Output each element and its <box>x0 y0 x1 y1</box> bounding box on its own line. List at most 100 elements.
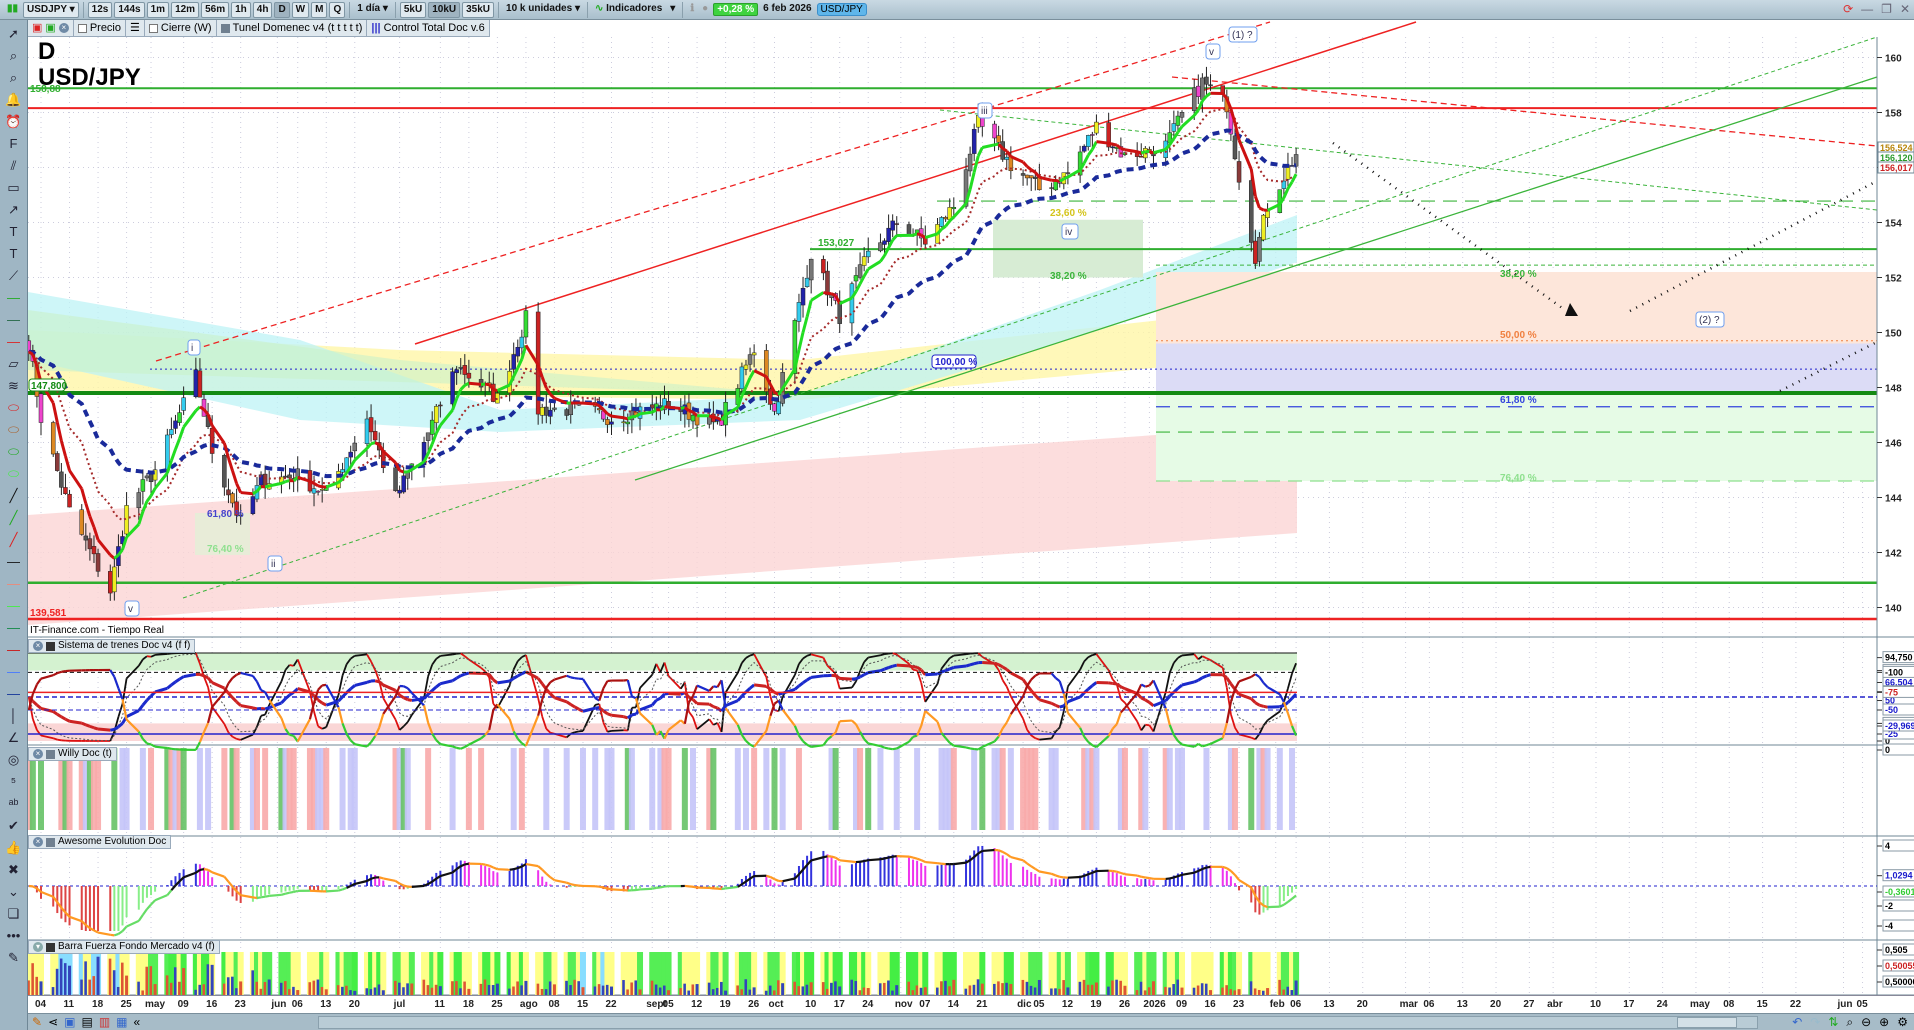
close-checkbox[interactable] <box>148 23 158 33</box>
window-icon[interactable]: ▦ <box>116 1015 127 1029</box>
legend-price[interactable]: Precio <box>74 20 126 36</box>
ruler-icon[interactable]: ▱ <box>3 354 25 374</box>
zoom-icon[interactable]: ⌕ <box>3 46 25 66</box>
hline-black-icon[interactable]: — <box>3 552 25 572</box>
hline-blue-icon[interactable]: — <box>3 662 25 682</box>
edit-icon[interactable]: ✎ <box>3 948 25 968</box>
train-slow-segment <box>855 675 861 681</box>
chat-icon[interactable]: ▣ <box>64 1015 75 1029</box>
share-icon[interactable]: ⋖ <box>48 1015 58 1029</box>
line-icon[interactable]: ⟋ <box>3 266 25 286</box>
band-icon[interactable]: ≋ <box>3 376 25 396</box>
fibonacci-icon[interactable]: F <box>3 134 25 154</box>
undo-icon[interactable]: ↶ <box>1792 1015 1802 1030</box>
angle-icon[interactable]: ∠ <box>3 728 25 748</box>
force-bar <box>55 968 59 995</box>
candle-body <box>951 207 957 210</box>
hline-red-icon[interactable]: — <box>3 332 25 352</box>
vline-icon[interactable]: │ <box>3 706 25 726</box>
elliott-icon[interactable]: ⁵ <box>3 772 25 792</box>
layers-icon[interactable]: ❏ <box>3 904 25 924</box>
candle-body <box>1004 156 1010 160</box>
pencil-icon[interactable]: ✎ <box>32 1015 42 1029</box>
hline-green-icon[interactable]: — <box>3 288 25 308</box>
remove-icon[interactable]: ▣ <box>32 20 42 36</box>
fast-ma-segment <box>1063 175 1069 181</box>
scroll-thumb[interactable] <box>1677 1017 1737 1028</box>
autoscale-icon[interactable]: ⇅ <box>1828 1015 1838 1030</box>
channel-icon[interactable]: ⫽ <box>3 156 25 176</box>
candle-body <box>515 347 521 357</box>
abc-icon[interactable]: ᵃᵇ <box>3 794 25 814</box>
horizontal-scrollbar[interactable] <box>318 1016 1758 1029</box>
close-circle-icon[interactable]: × <box>58 23 69 33</box>
close-panel-icon[interactable]: × <box>33 837 43 847</box>
ao-signal-segment <box>1030 865 1036 870</box>
time-axis[interactable]: 04 11 18 25 may 09 16 23 jun 06 13 20 jul 11 18 25 ago 08… <box>28 995 1914 1013</box>
willy-band <box>742 748 749 830</box>
note-icon[interactable]: T <box>3 244 25 264</box>
list-icon[interactable]: ☰ <box>126 20 145 36</box>
text-icon[interactable]: T <box>3 222 25 242</box>
legend-control[interactable]: ||| Control Total Doc v.6 <box>367 20 490 36</box>
close-panel-icon[interactable]: ▾ <box>33 942 43 952</box>
train-slow-segment <box>725 699 739 707</box>
panel-title-barra[interactable]: ▾ Barra Fuerza Fondo Mercado v4 (f) <box>28 940 220 954</box>
ellipse-red-icon[interactable]: ⬭ <box>3 398 25 418</box>
hline-dark-icon[interactable]: — <box>3 310 25 330</box>
candle-body <box>1196 85 1201 97</box>
hline-navy-icon[interactable]: — <box>3 684 25 704</box>
panel-title-willy[interactable]: × Willy Doc (t) <box>28 747 117 761</box>
check-icon[interactable]: ✔ <box>3 816 25 836</box>
cursor-icon[interactable]: ➚ <box>3 24 25 44</box>
fast-ma-segment <box>582 401 596 406</box>
level-label-153-03: 153,027 <box>818 238 855 249</box>
willy-line-segment <box>696 684 710 692</box>
ellipse-green-icon[interactable]: ⬭ <box>3 442 25 462</box>
candle-body <box>434 406 439 423</box>
trendline-green-icon[interactable]: ╱ <box>3 508 25 528</box>
ao-signal-segment <box>370 876 376 880</box>
close-panel-icon[interactable]: × <box>33 749 43 759</box>
close-panel-icon[interactable]: × <box>33 641 43 651</box>
zoom-in-icon[interactable]: ⊕ <box>1879 1015 1889 1030</box>
delete-icon[interactable]: ✖ <box>3 860 25 880</box>
trendline-red-icon[interactable]: ╱ <box>3 530 25 550</box>
zoom-fit-icon[interactable]: ⌕ <box>1846 1015 1853 1030</box>
circle-target-icon[interactable]: ◎ <box>3 750 25 770</box>
hline-salmon-icon[interactable]: — <box>3 574 25 594</box>
panel-title-awesome[interactable]: × Awesome Evolution Doc <box>28 835 172 849</box>
legend-tunnel[interactable]: Tunel Domenec v4 (t t t t t) <box>217 20 368 36</box>
panel-title-label: Barra Fuerza Fondo Mercado v4 (f) <box>58 941 215 952</box>
thumbs-up-icon[interactable]: 👍 <box>3 838 25 858</box>
collapse-left-icon[interactable]: « <box>134 1015 141 1029</box>
hline-darkgreen-icon[interactable]: — <box>3 618 25 638</box>
settings-icon[interactable]: ⚙ <box>1897 1015 1908 1030</box>
alert-icon[interactable]: 🔔 <box>3 90 25 110</box>
hline-crimson-icon[interactable]: — <box>3 640 25 660</box>
ellipse-brown-icon[interactable]: ⬭ <box>3 420 25 440</box>
price-checkbox[interactable] <box>77 23 87 33</box>
trendline-black-icon[interactable]: ╱ <box>3 486 25 506</box>
add-icon[interactable]: ▣ <box>45 20 55 36</box>
report-icon[interactable]: ▤ <box>81 1015 92 1029</box>
arrow-icon[interactable]: ↗ <box>3 200 25 220</box>
candle-body <box>59 471 64 488</box>
force-bar <box>809 982 813 995</box>
redo-icon[interactable]: ↷ <box>1810 1015 1820 1030</box>
ellipse-lime-icon[interactable]: ⬭ <box>3 464 25 484</box>
alarm-icon[interactable]: ⏰ <box>3 112 25 132</box>
zoom-out-icon[interactable]: ⊖ <box>1861 1015 1871 1030</box>
rectangle-icon[interactable]: ▭ <box>3 178 25 198</box>
train-slow-segment <box>1140 696 1146 702</box>
chart-canvas[interactable]: 160158156154152150148146144142140156,524… <box>0 0 1914 1030</box>
more-icon[interactable]: ••• <box>3 926 25 946</box>
hline-lime-icon[interactable]: — <box>3 596 25 616</box>
panel-title-trenes[interactable]: × Sistema de trenes Doc v4 (f f) <box>28 639 196 653</box>
zoom-area-icon[interactable]: ⌕ <box>3 68 25 88</box>
ao-signal-segment <box>1120 871 1126 876</box>
collapse-icon[interactable]: ⌄ <box>3 882 25 902</box>
layout-icon[interactable]: ▥ <box>99 1015 110 1029</box>
ao-signal-segment <box>611 888 624 892</box>
legend-close[interactable]: Cierre (W) <box>145 20 217 36</box>
